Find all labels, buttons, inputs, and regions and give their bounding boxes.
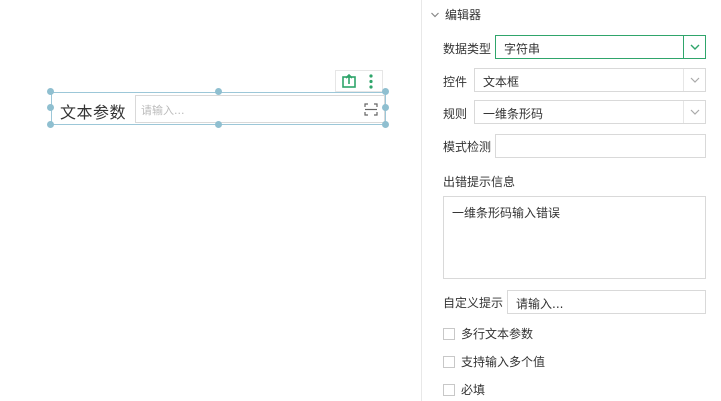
control-dropdown-arrow[interactable]: [683, 69, 705, 91]
required-checkbox[interactable]: [443, 383, 455, 396]
resize-handle-middle-left[interactable]: [47, 104, 54, 111]
chevron-down-icon: [431, 12, 439, 17]
option-multi-value-row[interactable]: 支持输入多个值: [443, 353, 545, 370]
data-type-select[interactable]: 字符串: [495, 35, 706, 59]
custom-hint-input[interactable]: 请输入...: [507, 290, 706, 314]
multiline-label: 多行文本参数: [461, 327, 534, 341]
rule-value: 一维条形码: [483, 107, 544, 121]
widget-text-input[interactable]: 请输入...: [135, 95, 385, 123]
data-type-dropdown-arrow[interactable]: [683, 36, 705, 58]
error-info-label: 出错提示信息: [443, 175, 516, 189]
rule-label: 规则: [443, 107, 468, 121]
resize-handle-bottom-right[interactable]: [382, 121, 389, 128]
multi-value-checkbox[interactable]: [443, 355, 455, 368]
chevron-down-icon: [690, 44, 700, 50]
option-multiline-row[interactable]: 多行文本参数: [443, 325, 533, 342]
pattern-check-label: 模式检测: [443, 140, 492, 154]
chevron-down-icon: [690, 77, 700, 83]
resize-handle-bottom-center[interactable]: [215, 121, 222, 128]
error-info-value: 一维条形码输入错误: [452, 206, 561, 220]
properties-panel: 编辑器 数据类型 字符串 控件 文本框 规则 一维条形码 模式检测 出错提示信息…: [422, 0, 721, 401]
resize-handle-bottom-left[interactable]: [47, 121, 54, 128]
multiline-checkbox[interactable]: [443, 327, 455, 340]
resize-handle-top-right[interactable]: [382, 88, 389, 95]
section-title: 编辑器: [445, 8, 482, 22]
control-value: 文本框: [483, 75, 520, 89]
resize-handle-top-left[interactable]: [47, 88, 54, 95]
widget-toolbar: [335, 70, 383, 92]
pattern-check-input[interactable]: [495, 134, 706, 158]
control-select[interactable]: 文本框: [474, 68, 706, 92]
resize-handle-middle-right[interactable]: [382, 104, 389, 111]
editor-section-header[interactable]: 编辑器: [430, 6, 481, 23]
scan-icon[interactable]: [364, 103, 378, 116]
data-type-value: 字符串: [504, 42, 541, 56]
option-required-row[interactable]: 必填: [443, 381, 485, 398]
data-type-label: 数据类型: [443, 42, 492, 56]
control-label: 控件: [443, 75, 468, 89]
required-label: 必填: [461, 383, 486, 397]
export-icon[interactable]: [342, 74, 356, 88]
chevron-down-icon: [690, 109, 700, 115]
more-vertical-icon[interactable]: [368, 74, 374, 89]
design-canvas[interactable]: 文本参数 请输入...: [0, 0, 421, 401]
custom-hint-placeholder: 请输入...: [516, 297, 564, 311]
rule-select[interactable]: 一维条形码: [474, 100, 706, 124]
custom-hint-label: 自定义提示: [443, 296, 504, 310]
rule-dropdown-arrow[interactable]: [683, 101, 705, 123]
widget-input-placeholder: 请输入...: [141, 104, 185, 117]
multi-value-label: 支持输入多个值: [461, 355, 546, 369]
widget-label: 文本参数: [60, 103, 127, 122]
resize-handle-top-center[interactable]: [215, 88, 222, 95]
error-info-textarea[interactable]: 一维条形码输入错误: [443, 196, 706, 279]
